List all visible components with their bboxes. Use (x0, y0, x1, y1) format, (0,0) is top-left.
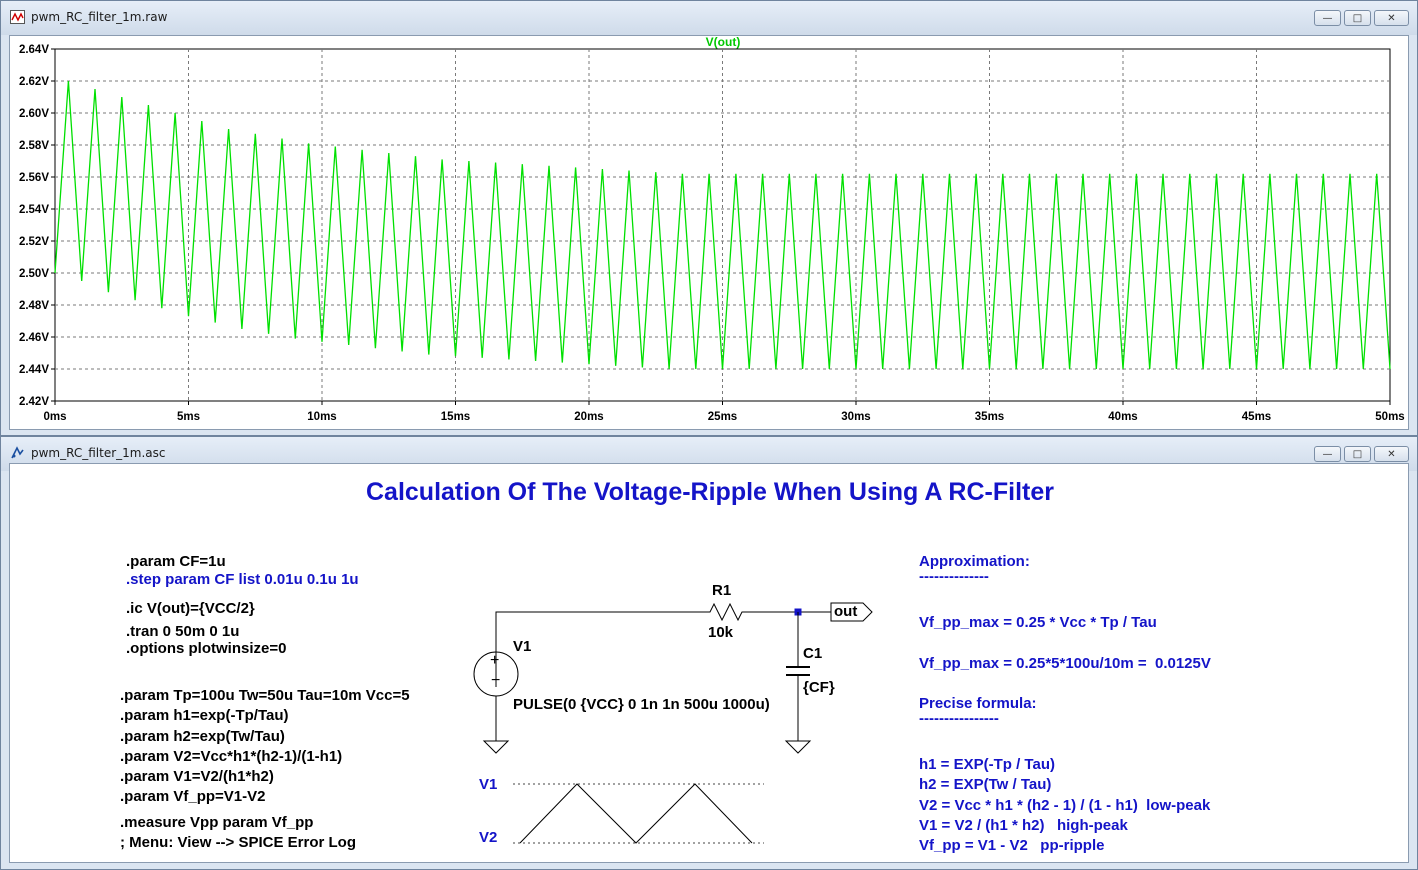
y-tick-label: 2.48V (19, 300, 49, 312)
y-tick-label: 2.60V (19, 108, 49, 120)
schematic-icon (11, 446, 24, 459)
voltage-source-v1-name[interactable]: V1 (513, 638, 531, 655)
maximize-button[interactable]: □ (1344, 446, 1371, 462)
x-tick-label: 10ms (307, 411, 336, 423)
x-tick-label: 20ms (574, 411, 603, 423)
waveform-icon (10, 10, 25, 24)
plot-pane[interactable]: 2.64V 2.62V 2.60V 2.58V 2.56V 2.54V 2.52V 2.50V… (9, 35, 1409, 430)
trace-name-label[interactable]: V(out) (706, 36, 741, 49)
approximation-underline[interactable]: -------------- (919, 568, 989, 585)
waveform-plot[interactable]: 2.64V 2.62V 2.60V 2.58V 2.56V 2.54V 2.52V 2.50V… (10, 36, 1409, 429)
plot-window-title: pwm_RC_filter_1m.raw (31, 10, 168, 24)
schematic-canvas[interactable]: Calculation Of The Voltage-Ripple When U… (9, 463, 1409, 863)
close-button[interactable]: ✕ (1374, 446, 1409, 462)
y-tick-label: 2.44V (19, 364, 49, 376)
y-tick-label: 2.58V (19, 140, 49, 152)
y-tick-label: 2.52V (19, 236, 49, 248)
capacitor-c1-name[interactable]: C1 (803, 645, 822, 662)
minimize-button[interactable]: — (1314, 446, 1341, 462)
ground-symbol[interactable] (784, 740, 812, 754)
x-tick-label: 15ms (441, 411, 470, 423)
voltage-source-v1-value[interactable]: PULSE(0 {VCC} 0 1n 1n 500u 1000u) (513, 696, 770, 713)
net-label-out[interactable]: out (834, 603, 857, 620)
resistor-r1-symbol[interactable] (695, 602, 798, 622)
resistor-r1-name[interactable]: R1 (712, 582, 731, 599)
minimize-button[interactable]: — (1314, 10, 1341, 26)
x-tick-label: 5ms (177, 411, 200, 423)
precise-underline[interactable]: ---------------- (919, 710, 999, 727)
close-button[interactable]: ✕ (1374, 10, 1409, 26)
plot-window: pwm_RC_filter_1m.raw — □ ✕ 2.64V 2.62V 2.6… (0, 0, 1418, 436)
precise-formula-line[interactable]: Vf_pp = V1 - V2 pp-ripple (919, 837, 1104, 854)
precise-formula-line[interactable]: h2 = EXP(Tw / Tau) (919, 776, 1051, 793)
ripple-label-v2: V2 (479, 829, 498, 846)
y-tick-label: 2.42V (19, 396, 49, 408)
resistor-r1-value[interactable]: 10k (708, 624, 733, 641)
approximation-formula[interactable]: Vf_pp_max = 0.25 * Vcc * Tp / Tau (919, 614, 1157, 631)
y-tick-label: 2.62V (19, 76, 49, 88)
x-tick-label: 40ms (1108, 411, 1137, 423)
maximize-button[interactable]: □ (1344, 10, 1371, 26)
minus-sign: − (491, 672, 501, 689)
plus-sign: + (490, 652, 500, 669)
precise-formula-line[interactable]: V2 = Vcc * h1 * (h2 - 1) / (1 - h1) low-… (919, 797, 1210, 814)
y-tick-label: 2.56V (19, 172, 49, 184)
ground-symbol[interactable] (482, 740, 510, 754)
plot-window-titlebar[interactable]: pwm_RC_filter_1m.raw — □ ✕ (1, 1, 1417, 35)
precise-formula-line[interactable]: V1 = V2 / (h1 * h2) high-peak (919, 817, 1128, 834)
ripple-label-v1: V1 (479, 776, 498, 793)
y-tick-label: 2.64V (19, 44, 49, 56)
y-tick-label: 2.50V (19, 268, 49, 280)
capacitor-c1-value[interactable]: {CF} (803, 679, 835, 696)
schematic-window: pwm_RC_filter_1m.asc — □ ✕ Calculation O… (0, 436, 1418, 870)
precise-formula-line[interactable]: h1 = EXP(-Tp / Tau) (919, 756, 1055, 773)
schematic-window-title: pwm_RC_filter_1m.asc (31, 446, 166, 460)
y-tick-label: 2.46V (19, 332, 49, 344)
x-tick-label: 25ms (708, 411, 737, 423)
approximation-example[interactable]: Vf_pp_max = 0.25*5*100u/10m = 0.0125V (919, 655, 1211, 672)
ripple-sawtooth (519, 783, 753, 844)
x-tick-label: 35ms (975, 411, 1004, 423)
x-tick-label: 45ms (1242, 411, 1271, 423)
x-tick-label: 50ms (1375, 411, 1404, 423)
x-tick-label: 30ms (841, 411, 870, 423)
y-tick-label: 2.54V (19, 204, 49, 216)
x-tick-label: 0ms (43, 411, 66, 423)
